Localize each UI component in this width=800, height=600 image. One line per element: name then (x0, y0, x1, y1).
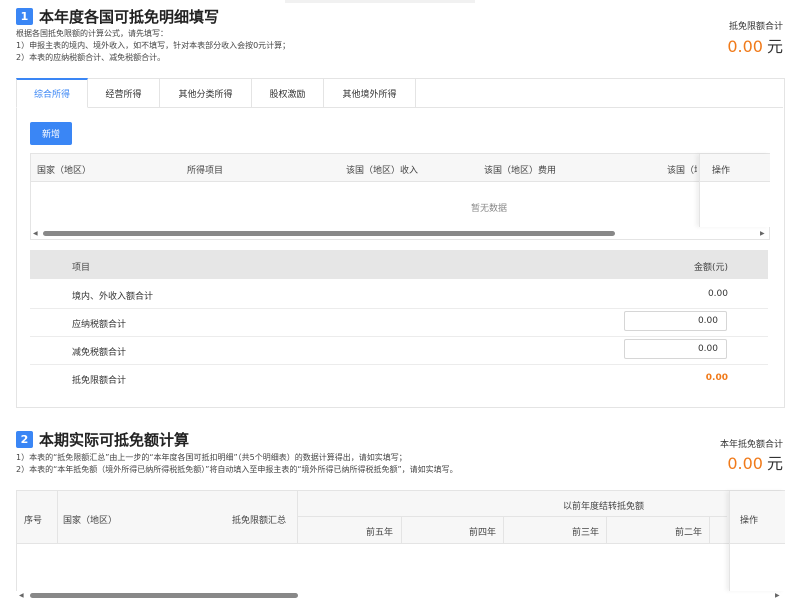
divider (401, 516, 402, 543)
horizontal-scrollbar[interactable] (30, 593, 298, 598)
col-two-years-ago: 前二年 (675, 528, 703, 538)
empty-placeholder: 暂无数据 (471, 204, 508, 214)
summary-row-income-total: 境内、外收入额合计 0.00 (30, 280, 768, 309)
scroll-left-icon[interactable]: ◀ (19, 592, 24, 599)
operation-column: 操作 (699, 154, 770, 227)
scroll-right-icon[interactable]: ▶ (775, 592, 780, 599)
divider (709, 516, 710, 543)
col-item: 项目 (72, 263, 91, 273)
col-country-income: 该国（地区）收入 (346, 166, 419, 176)
divider (57, 491, 58, 543)
add-button[interactable]: 新增 (30, 122, 72, 145)
col-income-item: 所得项目 (187, 166, 224, 176)
divider (297, 491, 298, 543)
divider (297, 516, 727, 517)
divider (503, 516, 504, 543)
col-amount: 金额(元) (693, 263, 728, 273)
row-label: 境内、外收入额合计 (72, 292, 154, 302)
desc-line: 2）本表的“本年抵免额（境外所得已纳所得税抵免额）”将自动填入至申报主表的“境外… (16, 465, 458, 474)
tab-other-classified-income[interactable]: 其他分类所得 (160, 78, 252, 108)
operation-header-bg (700, 154, 770, 182)
tab-other-overseas-income[interactable]: 其他境外所得 (324, 78, 416, 108)
col-country-expense: 该国（地区）费用 (484, 166, 557, 176)
section-2-title: 本期实际可抵免额计算 (39, 431, 190, 449)
tab-equity-incentive[interactable]: 股权激励 (252, 78, 324, 108)
horizontal-scrollbar[interactable] (43, 231, 615, 236)
desc-line: 1）本表的“抵免限额汇总”由上一步的“本年度各国可抵扣明细”（共5个明细表）的数… (16, 453, 407, 462)
limit-total-label: 抵免限额合计 (728, 22, 783, 32)
limit-total-value: 0.00 元 (727, 33, 783, 57)
tab-business-income[interactable]: 经营所得 (88, 78, 160, 108)
col-operation: 操作 (712, 166, 731, 176)
section-1-badge: 1 (16, 8, 33, 25)
col-limit-summary: 抵免限额汇总 (232, 516, 287, 526)
scroll-left-icon[interactable]: ◀ (33, 230, 38, 237)
col-index: 序号 (24, 516, 43, 526)
desc-line: 根据各国抵免限额的计算公式，请先填写： (16, 29, 168, 38)
col-country: 国家（地区） (37, 166, 92, 176)
col-four-years-ago: 前四年 (469, 528, 497, 538)
tax-payable-input[interactable]: 0.00 (624, 311, 727, 331)
summary-row-tax-reduction: 减免税额合计 0.00 (30, 336, 768, 365)
col-group-carryover: 以前年度结转抵免额 (563, 502, 645, 512)
col-three-years-ago: 前三年 (572, 528, 600, 538)
credit-total-unit: 元 (766, 454, 783, 473)
row-value: 0.00 (705, 373, 728, 383)
summary-row-tax-payable: 应纳税额合计 0.00 (30, 308, 768, 337)
desc-line: 2）本表的应纳税额合计、减免税额合计。 (16, 53, 166, 62)
tab-comprehensive-income[interactable]: 综合所得 (16, 78, 88, 108)
desc-line: 1）申报主表的境内、境外收入，如不填写，针对本表部分收入会按0元计算； (16, 41, 291, 50)
tab-underline (415, 107, 783, 108)
credit-table: 序号 国家（地区） 抵免限额汇总 以前年度结转抵免额 前五年 前四年 前三年 前… (16, 490, 785, 591)
tax-reduction-input[interactable]: 0.00 (624, 339, 727, 359)
section-1-title: 本年度各国可抵免明细填写 (39, 8, 220, 26)
section-2-description: 1）本表的“抵免限额汇总”由上一步的“本年度各国可抵扣明细”（共5个明细表）的数… (16, 452, 458, 476)
limit-total-number: 0.00 (727, 37, 763, 56)
summary-table-header: 项目 金额(元) (30, 250, 768, 279)
credit-total-label: 本年抵免额合计 (719, 440, 783, 450)
divider (606, 516, 607, 543)
operation-column: 操作 (729, 491, 785, 591)
section-1-description: 根据各国抵免限额的计算公式，请先填写： 1）申报主表的境内、境外收入，如不填写，… (16, 28, 290, 64)
row-label: 抵免限额合计 (72, 376, 127, 386)
income-tabs: 综合所得 经营所得 其他分类所得 股权激励 其他境外所得 (16, 78, 416, 108)
row-label: 减免税额合计 (72, 348, 127, 358)
col-country: 国家（地区） (63, 516, 118, 526)
row-value: 0.00 (707, 289, 728, 299)
col-five-years-ago: 前五年 (366, 528, 394, 538)
credit-total-value: 0.00 元 (727, 450, 783, 474)
scroll-right-icon[interactable]: ▶ (760, 230, 765, 237)
top-divider (285, 0, 475, 3)
limit-total-unit: 元 (766, 37, 783, 56)
detail-table: 国家（地区） 所得项目 该国（地区）收入 该国（地区）费用 该国（地 操作 暂无… (30, 153, 770, 240)
summary-row-credit-limit: 抵免限额合计 0.00 (30, 364, 768, 392)
section-2-badge: 2 (16, 431, 33, 448)
row-label: 应纳税额合计 (72, 320, 127, 330)
col-operation: 操作 (740, 516, 759, 526)
col-country-truncated: 该国（地 (667, 166, 697, 176)
credit-total-number: 0.00 (727, 454, 763, 473)
